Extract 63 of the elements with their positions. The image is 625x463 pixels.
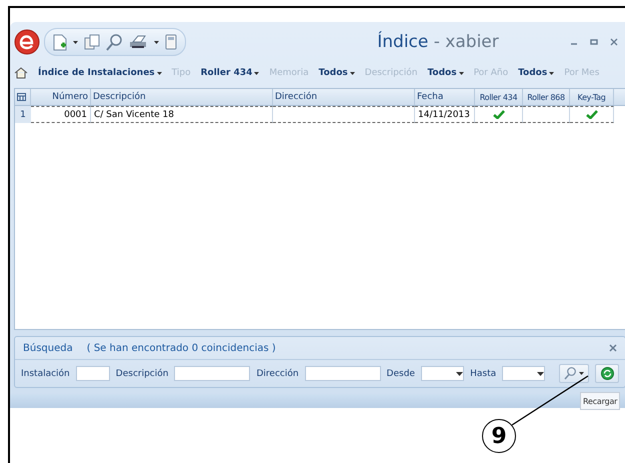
field-label: Desde	[386, 368, 415, 378]
documents-icon[interactable]	[84, 34, 100, 50]
row-number: 1	[15, 106, 31, 123]
toolbar-label: Descripción	[364, 68, 418, 78]
column-header[interactable]: Roller 434	[475, 89, 523, 105]
calculator-icon[interactable]	[165, 34, 177, 50]
window-subtitle: - xabier	[434, 32, 499, 52]
new-document-icon[interactable]	[53, 34, 67, 50]
dropdown-button[interactable]: Todos	[318, 68, 355, 78]
window-title: Índice	[377, 32, 428, 52]
tooltip: Recargar	[580, 392, 620, 410]
field-label: Dirección	[256, 368, 299, 378]
toolbar-label: Por Mes	[564, 68, 600, 78]
column-header[interactable]: Fecha	[415, 89, 475, 105]
input-field[interactable]	[76, 366, 110, 381]
column-chooser-icon[interactable]	[17, 93, 26, 101]
dropdown-button[interactable]: Todos	[427, 68, 464, 78]
caret-icon[interactable]	[73, 40, 78, 44]
caret-icon	[579, 372, 584, 375]
column-header[interactable]: Roller 868	[523, 89, 570, 105]
search-options-button[interactable]	[559, 364, 590, 383]
table-row[interactable]: 1 0001 C/ San Vicente 18 14/11/2013	[15, 106, 625, 123]
caret-icon	[458, 72, 464, 74]
field-label: Hasta	[470, 368, 496, 378]
toolbar-label: Memoria	[269, 68, 309, 78]
caret-icon[interactable]	[154, 40, 159, 44]
caret-icon	[156, 72, 162, 74]
results-message: ( Se han encontrado 0 coincidencias )	[86, 342, 276, 354]
panel-title: Búsqueda	[23, 342, 73, 354]
input-field[interactable]	[174, 366, 250, 381]
search-icon	[564, 367, 576, 380]
column-header[interactable]: Key-Tag	[570, 89, 614, 105]
field-label: Descripción	[116, 368, 168, 378]
caret-icon	[254, 72, 260, 74]
column-header[interactable]: Dirección	[273, 89, 415, 105]
caret-icon	[456, 372, 464, 376]
close-icon[interactable]	[610, 38, 618, 46]
field-label: Instalación	[21, 368, 70, 378]
dropdown-button[interactable]: Índice de Instalaciones	[38, 68, 162, 78]
caret-icon	[537, 372, 544, 376]
toolbar-label: Por Año	[474, 68, 508, 78]
close-icon[interactable]	[609, 344, 617, 352]
caret-icon	[549, 72, 554, 74]
date-field[interactable]	[420, 366, 464, 381]
printer-icon[interactable]	[128, 35, 148, 49]
column-header[interactable]: Número	[31, 89, 91, 105]
date-field[interactable]	[502, 366, 546, 381]
toolbar-label: Tipo	[172, 68, 191, 78]
reload-button[interactable]	[595, 364, 619, 383]
caret-icon	[350, 72, 355, 74]
refresh-icon	[600, 367, 614, 380]
search-icon[interactable]	[106, 34, 122, 50]
home-icon[interactable]	[14, 67, 28, 79]
dropdown-button[interactable]: Roller 434	[200, 68, 260, 78]
table-cell: 14/11/2013	[418, 110, 470, 120]
dropdown-button[interactable]: Todos	[518, 68, 554, 78]
input-field[interactable]	[304, 366, 381, 381]
column-header[interactable]: Descripción	[91, 89, 273, 105]
table-cell: C/ San Vicente 18	[94, 110, 174, 120]
maximize-icon[interactable]	[590, 38, 598, 46]
callout-number: 9	[482, 419, 516, 453]
table-cell: 0001	[64, 110, 87, 120]
app-logo-icon[interactable]	[14, 29, 40, 55]
